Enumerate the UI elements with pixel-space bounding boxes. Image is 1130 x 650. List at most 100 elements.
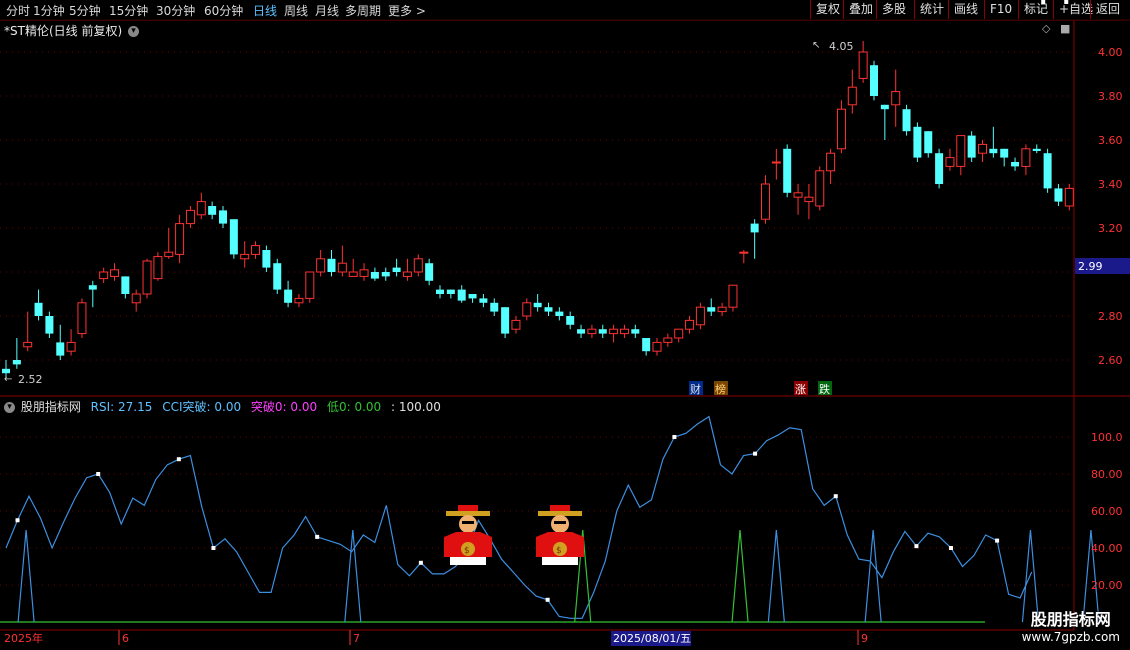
- candle-body: [305, 271, 315, 299]
- price-tick: 3.40: [1098, 178, 1123, 191]
- tab-weekly[interactable]: 周线: [284, 2, 308, 19]
- indicator-header: ▾ 股朋指标网 RSI: 27.15 CCI突破: 0.00 突破0: 0.00…: [4, 398, 441, 415]
- watermark: 股朋指标网 www.7gpzb.com: [1022, 606, 1120, 644]
- candle-body: [631, 329, 640, 334]
- candle-body: [1054, 188, 1063, 202]
- f10-button[interactable]: F10: [984, 0, 1017, 19]
- candle-body: [587, 328, 597, 335]
- candle-body: [12, 360, 21, 365]
- candle-body: [370, 272, 379, 279]
- candle-body: [381, 272, 390, 277]
- candle-body: [77, 302, 87, 335]
- tab-more[interactable]: 更多 >: [388, 2, 426, 19]
- stock-title-label: *ST精伦(日线 前复权): [4, 24, 123, 38]
- overlay-button[interactable]: 叠加: [843, 0, 878, 19]
- candle-body: [2, 368, 10, 374]
- candle-body: [685, 319, 695, 330]
- tab-1min[interactable]: 1分钟: [33, 2, 65, 19]
- candle-body: [88, 285, 97, 290]
- tag-down-label: 跌: [819, 382, 830, 396]
- tab-daily[interactable]: 日线: [253, 2, 277, 19]
- candle-body: [891, 91, 901, 106]
- price-chart[interactable]: 4.00 3.80 3.60 3.40 3.20 2.80 2.60 2.99 …: [0, 0, 1130, 650]
- candle-body: [56, 342, 65, 356]
- candle-body: [34, 302, 43, 316]
- date-highlight: [611, 631, 691, 646]
- candle-body: [566, 316, 575, 325]
- cci-spike: [344, 529, 362, 623]
- candle-body: [858, 51, 868, 79]
- candle-body: [989, 148, 998, 154]
- indicator-name[interactable]: 股朋指标网: [21, 400, 81, 414]
- candle-body: [652, 341, 662, 352]
- adjust-button[interactable]: 复权: [810, 0, 845, 19]
- mark-button[interactable]: 标记: [1018, 0, 1053, 19]
- date-label: 9: [861, 632, 868, 645]
- ind-tick: 100.0: [1091, 431, 1123, 444]
- tab-15min[interactable]: 15分钟: [109, 2, 148, 19]
- candle-body: [728, 284, 738, 308]
- square-icon[interactable]: ■: [1060, 22, 1070, 35]
- tab-30min[interactable]: 30分钟: [156, 2, 195, 19]
- candle-body: [327, 258, 336, 272]
- candle-body: [1064, 187, 1074, 207]
- candle-body: [66, 341, 76, 352]
- ind-tick: 60.00: [1091, 505, 1123, 518]
- candle-body: [45, 316, 54, 334]
- cci-spike: [767, 529, 785, 623]
- candle-body: [619, 328, 629, 335]
- candle-body: [1021, 148, 1031, 167]
- timeframe-toolbar: 分时 1分钟 5分钟 15分钟 30分钟 60分钟 日线 周线 月线 多周期 更…: [0, 0, 1130, 21]
- rsi-marker: [995, 538, 1000, 543]
- candle-body: [544, 307, 553, 312]
- candle-body: [501, 307, 510, 334]
- candle-body: [240, 253, 250, 260]
- cci-spike: [17, 529, 35, 623]
- price-grid: [0, 51, 1074, 586]
- tab-60min[interactable]: 60分钟: [204, 2, 243, 19]
- tag-rank-label: 榜: [715, 382, 726, 396]
- statistics-button[interactable]: 统计: [914, 0, 949, 19]
- candle-body: [793, 192, 803, 198]
- svg-text:$: $: [556, 546, 562, 556]
- diamond-icon[interactable]: ◇: [1042, 22, 1050, 35]
- candle-body: [707, 307, 716, 312]
- candle-body: [175, 223, 185, 255]
- back-button[interactable]: 返回: [1090, 0, 1125, 19]
- candle-body: [208, 206, 217, 215]
- tab-multi-period[interactable]: 多周期: [345, 2, 381, 19]
- draw-line-button[interactable]: 画线: [948, 0, 983, 19]
- breakout-value: 突破0: 0.00: [250, 400, 318, 414]
- tab-monthly[interactable]: 月线: [315, 2, 339, 19]
- candle-body: [956, 135, 966, 167]
- chevron-down-icon[interactable]: ▾: [127, 26, 139, 37]
- candle-body: [978, 143, 987, 154]
- ind-tick: 80.00: [1091, 468, 1123, 481]
- candle-body: [490, 302, 499, 312]
- price-tick: 2.80: [1098, 310, 1123, 323]
- candle-body: [99, 271, 109, 280]
- candle-body: [337, 262, 347, 273]
- chart-title[interactable]: *ST精伦(日线 前复权) ▾: [4, 22, 139, 39]
- candle-body: [219, 210, 227, 224]
- multi-stock-button[interactable]: 多股: [876, 0, 911, 19]
- high-label: 4.05: [829, 40, 854, 53]
- tab-intraday[interactable]: 分时: [6, 2, 30, 19]
- candle-body: [1043, 153, 1052, 189]
- rsi-marker: [948, 546, 953, 550]
- rsi-marker: [211, 546, 216, 550]
- candle-body: [153, 256, 163, 280]
- watermark-title: 股朋指标网: [1030, 610, 1111, 629]
- fortune-god-icon: $: [536, 505, 584, 565]
- price-tick: 3.60: [1098, 134, 1123, 147]
- candle-body: [804, 196, 814, 203]
- tab-5min[interactable]: 5分钟: [69, 2, 101, 19]
- tag-up: [794, 381, 808, 395]
- chevron-down-icon[interactable]: ▾: [4, 402, 15, 413]
- candle-body: [142, 260, 152, 295]
- candle-body: [479, 298, 488, 303]
- candle-body: [446, 289, 455, 294]
- candle-body: [739, 251, 749, 254]
- rsi-marker: [315, 534, 320, 539]
- tag-down: [818, 381, 832, 395]
